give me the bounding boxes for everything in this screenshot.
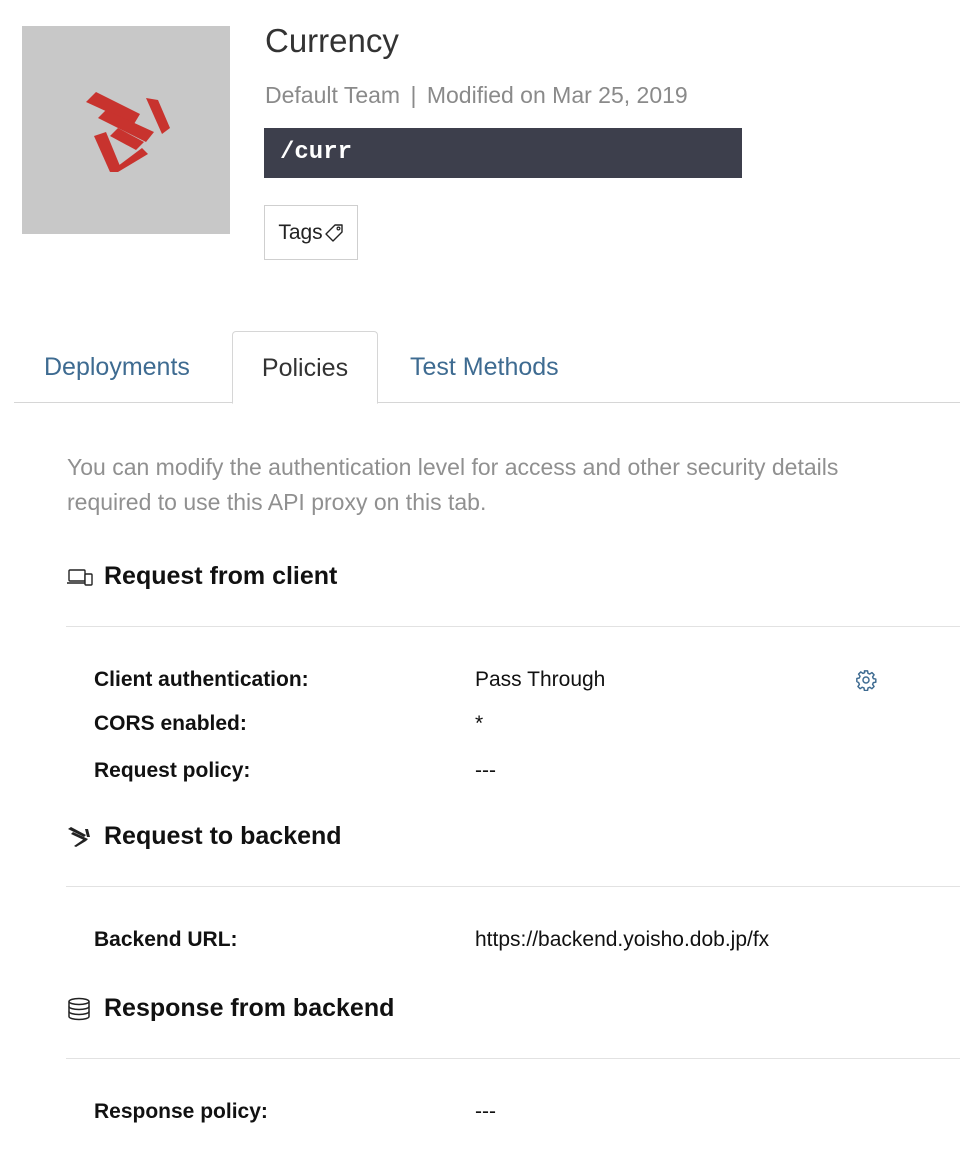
tags-label: Tags [278, 220, 323, 244]
section-divider [66, 626, 960, 627]
gear-icon[interactable] [855, 669, 877, 691]
tab-test-methods[interactable]: Test Methods [410, 331, 559, 403]
section-divider [66, 1058, 960, 1059]
cors-enabled-value: * [475, 712, 484, 735]
backend-url-value: https://backend.yoisho.dob.jp/fx [475, 928, 770, 951]
proxy-logo-icon [86, 92, 170, 172]
cors-enabled-label: CORS enabled: [94, 712, 247, 735]
client-authentication-value: Pass Through [475, 668, 606, 691]
response-policy-label: Response policy: [94, 1100, 268, 1123]
section-response-from-backend: Response from backend [66, 994, 394, 1023]
database-icon [66, 997, 96, 1021]
request-policy-value: --- [475, 759, 496, 782]
tab-deployments[interactable]: Deployments [44, 331, 190, 403]
request-policy-label: Request policy: [94, 759, 251, 782]
backend-url-label: Backend URL: [94, 928, 238, 951]
section-title: Request to backend [104, 822, 342, 850]
modified-date: Modified on Mar 25, 2019 [426, 82, 688, 108]
client-authentication-label: Client authentication: [94, 668, 309, 691]
proxy-meta: Default Team | Modified on Mar 25, 2019 [265, 82, 688, 109]
page-title: Currency [265, 22, 399, 59]
section-divider [66, 886, 960, 887]
tags-button[interactable]: Tags [264, 205, 358, 260]
section-title: Response from backend [104, 994, 395, 1022]
team-name: Default Team [265, 82, 401, 108]
proxy-path: /curr [264, 128, 742, 178]
section-request-from-client: Request from client [66, 562, 337, 591]
policies-description: You can modify the authentication level … [67, 454, 839, 515]
send-icon [66, 825, 96, 849]
api-proxy-page: Currency Default Team | Modified on Mar … [0, 0, 960, 1174]
tag-icon [324, 223, 343, 242]
section-title: Request from client [104, 562, 338, 590]
proxy-logo [22, 26, 230, 234]
response-policy-value: --- [475, 1100, 496, 1123]
devices-icon [66, 565, 96, 589]
meta-separator: | [410, 82, 417, 108]
tab-policies[interactable]: Policies [232, 331, 378, 404]
section-request-to-backend: Request to backend [66, 822, 342, 851]
